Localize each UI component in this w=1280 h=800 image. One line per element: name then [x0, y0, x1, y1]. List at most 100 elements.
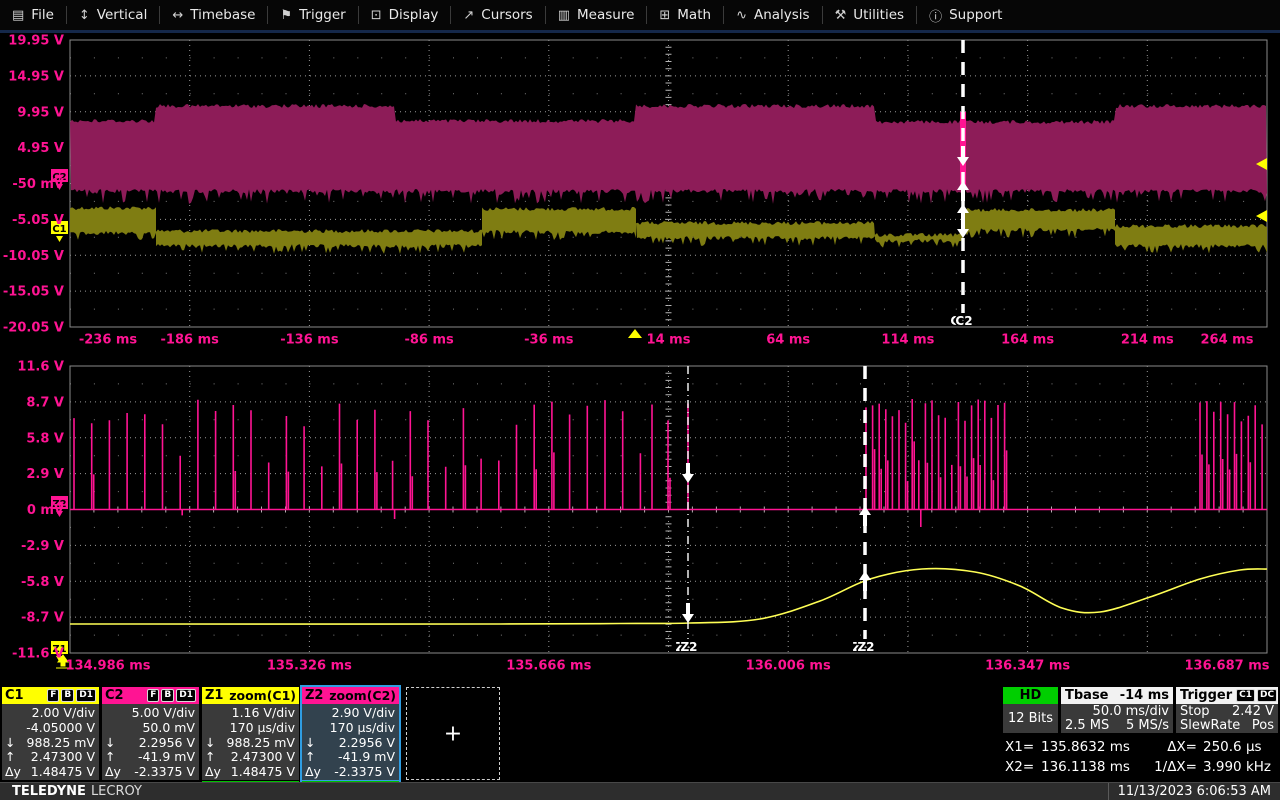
- x2-value: 136.1138 ms: [1041, 759, 1130, 775]
- svg-text:19.95 V: 19.95 V: [8, 34, 64, 49]
- svg-text:136.006 ms: 136.006 ms: [746, 659, 831, 674]
- svg-text:-10.05 V: -10.05 V: [3, 249, 64, 264]
- tbase-samples: 2.5 MS: [1065, 717, 1110, 733]
- cursor-level-marker: [1256, 210, 1267, 222]
- descriptor-row: 5.00 V/div: [131, 705, 195, 720]
- svg-text:136.347 ms: 136.347 ms: [985, 659, 1070, 674]
- trace-badge-F: F: [47, 689, 60, 702]
- trace-descriptor-Z2[interactable]: Z2 zoom(C2) 2.90 V/div 170 µs/div ↓ 2.2956 V ↑…: [300, 685, 401, 783]
- trace-descriptor-C2[interactable]: C2 F B D1 5.00 V/div 50.0 mV ↓ 2.2956 V ↑ -41.9 m…: [102, 687, 199, 780]
- descriptor-row: ↓ 988.25 mV: [5, 734, 95, 750]
- descriptor-row: ↑ -41.9 mV: [305, 749, 395, 765]
- c1-trace: [70, 206, 1267, 254]
- descriptor-row: 170 µs/div: [229, 719, 295, 735]
- descriptor-row: ↓ 988.25 mV: [205, 734, 295, 750]
- plus-icon: +: [443, 721, 463, 746]
- c2-trace: [70, 104, 1267, 204]
- trigger-position-marker[interactable]: [628, 329, 642, 338]
- svg-text:135.666 ms: 135.666 ms: [506, 659, 591, 674]
- trace-descriptor-Z1[interactable]: Z1 zoom(C1) 1.16 V/div 170 µs/div ↓ 988.25 mV…: [202, 687, 299, 783]
- svg-text:Z2: Z2: [857, 640, 874, 654]
- descriptor-row: ↑ 2.47300 V: [205, 749, 295, 765]
- svg-text:-15.05 V: -15.05 V: [3, 285, 64, 300]
- trace-source: zoom(C2): [329, 688, 396, 703]
- svg-text:214 ms: 214 ms: [1121, 333, 1174, 348]
- svg-text:Z2: Z2: [680, 640, 697, 654]
- trace-badge-D1: D1: [76, 689, 96, 702]
- svg-text:134.986 ms: 134.986 ms: [65, 659, 150, 674]
- trace-badge-B: B: [161, 689, 175, 702]
- x2-label: X2=: [1005, 759, 1035, 775]
- tbase-rate: 5 MS/s: [1125, 717, 1169, 733]
- trigger-label: Trigger: [1180, 688, 1233, 703]
- svg-text:-20.05 V: -20.05 V: [3, 321, 64, 336]
- svg-text:-5.05 V: -5.05 V: [12, 213, 64, 228]
- descriptor-row: 170 µs/div: [329, 719, 395, 735]
- svg-text:114 ms: 114 ms: [881, 333, 934, 348]
- svg-text:-2.9 V: -2.9 V: [21, 539, 64, 554]
- svg-text:9.95 V: 9.95 V: [17, 105, 64, 120]
- x1-value: 135.8632 ms: [1041, 739, 1130, 755]
- svg-text:264 ms: 264 ms: [1201, 333, 1254, 348]
- svg-text:-186 ms: -186 ms: [161, 333, 220, 348]
- trace-id: Z1: [205, 688, 224, 703]
- svg-text:14 ms: 14 ms: [647, 333, 691, 348]
- tbase-offset: -14 ms: [1119, 688, 1169, 703]
- inv-dx-value: 3.990 kHz: [1203, 759, 1271, 775]
- svg-text:-11.6 V: -11.6 V: [12, 647, 64, 662]
- cursor-readout: X1= 135.8632 ms ΔX= 250.6 µs X2= 136.113…: [1003, 739, 1280, 775]
- trigger-type: SlewRate: [1180, 717, 1241, 733]
- svg-text:-36 ms: -36 ms: [524, 333, 574, 348]
- waveform-display[interactable]: C2 C1 C1 C2 19.95 V 14.95 V 9.95 V 4.95 V -50 mV…: [0, 0, 1280, 800]
- svg-text:135.326 ms: 135.326 ms: [267, 659, 352, 674]
- trace-badge-F: F: [147, 689, 160, 702]
- hd-mode-box[interactable]: HD 12 Bits: [1003, 687, 1058, 733]
- trigger-slope: Pos: [1251, 717, 1274, 733]
- descriptor-row: ↑ 2.47300 V: [5, 749, 95, 765]
- hd-bits: 12 Bits: [1007, 711, 1054, 726]
- x1-label: X1=: [1005, 739, 1035, 755]
- trigger-source-badge: C1: [1236, 689, 1256, 702]
- trigger-box[interactable]: Trigger C1 DC Stop 2.42 V SlewRate Pos: [1176, 687, 1278, 733]
- descriptor-row: Δy -2.3375 V: [305, 764, 395, 780]
- svg-text:-5.8 V: -5.8 V: [21, 575, 64, 590]
- trace-id: C2: [105, 688, 124, 703]
- descriptor-row: ↑ -41.9 mV: [105, 749, 195, 765]
- svg-text:5.8 V: 5.8 V: [26, 431, 64, 446]
- descriptor-row: 1.16 V/div: [231, 705, 295, 720]
- svg-text:0 mV: 0 mV: [27, 503, 64, 518]
- descriptor-row: 50.0 mV: [142, 719, 195, 735]
- svg-text:-236 ms: -236 ms: [79, 333, 138, 348]
- brand-teledyne: TELEDYNE: [12, 784, 86, 799]
- trigger-level: 2.42 V: [1232, 704, 1274, 719]
- descriptor-row: Δy -2.3375 V: [105, 764, 195, 780]
- z2-trace: [73, 399, 1263, 527]
- top-graticule: C2C1C1C219.95 V14.95 V9.95 V4.95 V-50 mV…: [3, 34, 1268, 348]
- svg-text:2.9 V: 2.9 V: [26, 467, 64, 482]
- add-trace-button[interactable]: +: [406, 687, 500, 780]
- acquisition-panel: HD 12 Bits Tbase -14 ms 50.0 ms/div 2.5 …: [1003, 687, 1280, 775]
- inv-dx-label: 1/ΔX=: [1154, 759, 1197, 775]
- trigger-coupling-badge: DC: [1257, 689, 1278, 702]
- timebase-box[interactable]: Tbase -14 ms 50.0 ms/div 2.5 MS 5 MS/s: [1061, 687, 1173, 733]
- descriptor-row: -4.05000 V: [26, 719, 95, 735]
- datetime: 11/13/2023 6:06:53 AM: [1107, 783, 1280, 800]
- svg-text:C2: C2: [955, 314, 972, 328]
- svg-text:11.6 V: 11.6 V: [17, 360, 64, 375]
- trace-badge-B: B: [61, 689, 75, 702]
- brand-lecroy: LECROY: [90, 784, 142, 799]
- svg-text:-8.7 V: -8.7 V: [21, 611, 64, 626]
- trace-source: zoom(C1): [229, 688, 296, 703]
- svg-text:14.95 V: 14.95 V: [8, 69, 64, 84]
- svg-text:-50 mV: -50 mV: [12, 177, 64, 192]
- svg-text:-136 ms: -136 ms: [280, 333, 339, 348]
- hd-title: HD: [1003, 687, 1058, 704]
- trace-badge-D1: D1: [176, 689, 196, 702]
- descriptor-row: ↓ 2.2956 V: [105, 734, 195, 750]
- trace-descriptor-C1[interactable]: C1 F B D1 2.00 V/div -4.05000 V ↓ 988.25 mV ↑ 2.4…: [2, 687, 99, 780]
- tbase-scale: 50.0 ms/div: [1092, 704, 1169, 719]
- trace-descriptor-row: C1 F B D1 2.00 V/div -4.05000 V ↓ 988.25 mV ↑ 2.4…: [2, 685, 401, 783]
- dx-label: ΔX=: [1167, 739, 1197, 755]
- descriptor-row: Δy 1.48475 V: [5, 764, 95, 780]
- dx-value: 250.6 µs: [1203, 739, 1262, 755]
